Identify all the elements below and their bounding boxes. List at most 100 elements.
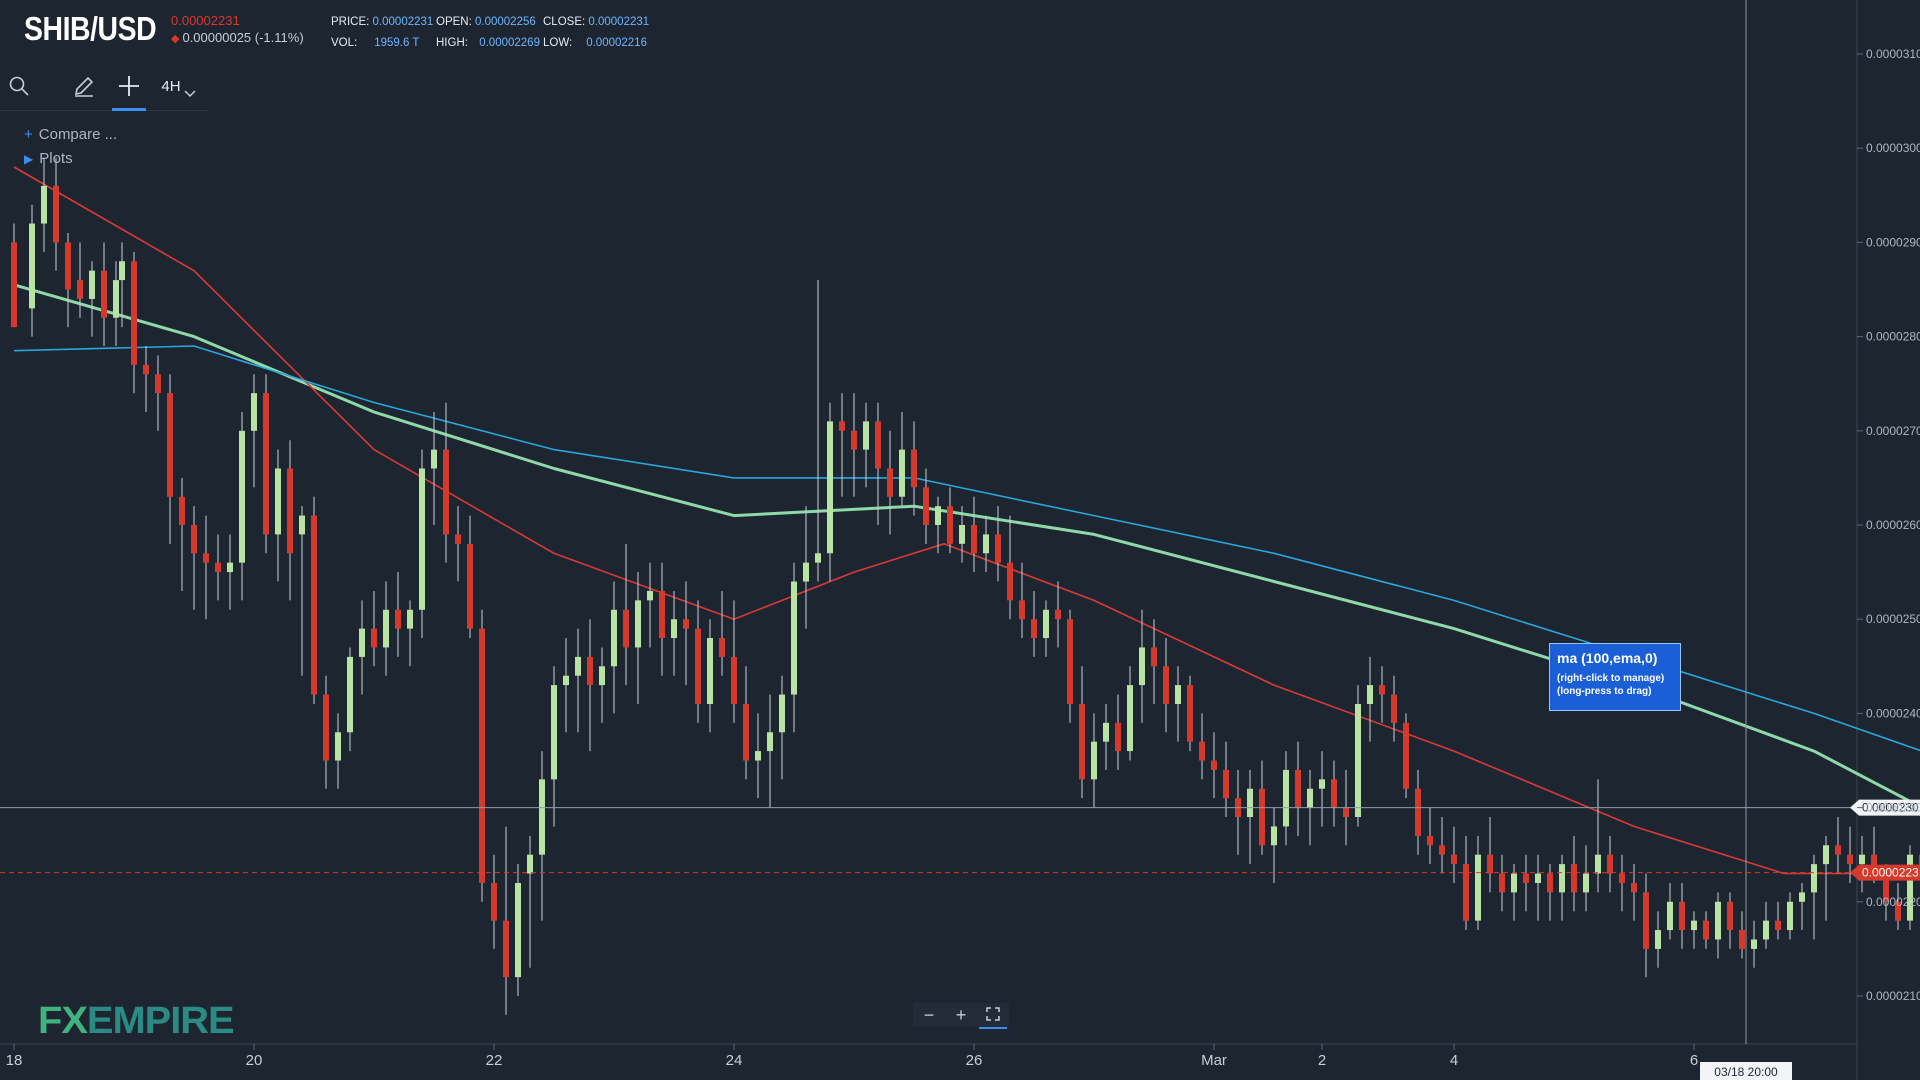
x-tick-label: 2: [1318, 1052, 1326, 1069]
candle-bull: [1715, 901, 1721, 940]
candle-bull: [527, 854, 533, 874]
candle-bull: [1175, 685, 1181, 704]
study-tooltip-hint-drag: (long-press to drag): [1557, 686, 1652, 697]
stat-low: LOW: 0.00002216: [543, 37, 647, 49]
candle-bull: [1511, 873, 1517, 893]
candle-bear: [263, 393, 269, 535]
candle-bear: [1379, 685, 1385, 695]
price-change-value: 0.00000025 (-1.11%): [182, 30, 304, 45]
logo-fx: FX: [38, 1000, 88, 1042]
candle-bull: [1355, 703, 1361, 818]
candle-bear: [1391, 694, 1397, 723]
search-button[interactable]: [2, 64, 36, 108]
candle-bear: [1847, 854, 1853, 865]
candle-bear: [203, 553, 209, 563]
candle-bear: [101, 270, 107, 318]
candle-bull: [1907, 854, 1913, 921]
stat-label: OPEN:: [436, 16, 472, 28]
compare-button[interactable]: + Compare ...: [24, 126, 117, 143]
candle-bull: [647, 590, 653, 601]
study-tooltip-hint-manage: (right-click to manage): [1557, 673, 1665, 684]
candle-bear: [1499, 873, 1505, 893]
candle-bear: [1295, 769, 1301, 808]
y-tick-label: 0.0000290: [1866, 235, 1920, 249]
candle-bull: [707, 638, 713, 704]
timeframe-label: 4H: [161, 77, 181, 95]
y-tick-label: 0.0000210: [1866, 989, 1920, 1003]
candle-bull: [335, 732, 341, 761]
candle-bull: [1787, 901, 1793, 931]
candle-bull: [983, 534, 989, 554]
plots-button[interactable]: ▶ Plots: [24, 150, 73, 167]
candle-bear: [1451, 854, 1457, 865]
candle-bear: [77, 280, 83, 299]
candle-bear: [443, 449, 449, 535]
candle-bull: [41, 185, 47, 224]
candle-bull: [299, 515, 305, 535]
candle-bull: [1139, 647, 1145, 686]
candle-bear: [1343, 807, 1349, 818]
y-tick-label: 0.0000240: [1866, 706, 1920, 720]
candle-bear: [1211, 760, 1217, 770]
candle-bull: [1103, 722, 1109, 742]
crosshair-button[interactable]: [112, 64, 146, 111]
candle-bear: [623, 609, 629, 648]
candle-bear: [1007, 562, 1013, 601]
candle-bear: [1151, 647, 1157, 667]
candle-bull: [1799, 892, 1805, 902]
fullscreen-icon: [986, 1006, 1000, 1021]
candle-bull: [1691, 920, 1697, 931]
candle-bull: [347, 656, 353, 733]
candle-bull: [563, 675, 569, 686]
candle-bull: [1559, 864, 1565, 893]
candle-bear: [1739, 930, 1745, 949]
study-tooltip[interactable]: ma (100,ema,0) (right-click to manage) (…: [1549, 643, 1681, 711]
candle-bear: [887, 468, 893, 497]
candle-bull: [419, 468, 425, 610]
candle-bear: [179, 496, 185, 525]
logo-empire: EMPIRE: [86, 1000, 235, 1042]
price-chart[interactable]: 0.0000230 0.0000223 03/18 20:00 0.0000310 0…: [0, 0, 1920, 1080]
candle-bull: [1043, 609, 1049, 639]
zoom-in-button[interactable]: +: [947, 1003, 975, 1027]
plots-label: Plots: [39, 150, 73, 167]
candle-bull: [89, 270, 95, 299]
candle-bear: [911, 449, 917, 488]
y-tick-label: 0.0000230: [1866, 801, 1920, 815]
moving-average-line: [13, 283, 1920, 809]
candle-bull: [431, 449, 437, 469]
stat-value: 0.00002231: [588, 16, 650, 28]
stat-label: VOL:: [331, 37, 358, 49]
candle-bear: [743, 703, 749, 761]
candle-bear: [323, 694, 329, 761]
candle-bull: [1583, 873, 1589, 893]
candle-bull: [113, 280, 119, 318]
candle-bull: [1655, 930, 1661, 949]
candle-bull: [1475, 854, 1481, 921]
candle-bear: [191, 525, 197, 554]
stat-open: OPEN: 0.00002256: [436, 16, 536, 28]
candle-bull: [251, 393, 257, 431]
candle-bull: [515, 882, 521, 978]
draw-button[interactable]: [67, 64, 101, 108]
timeframe-select[interactable]: 4H: [156, 64, 202, 108]
zoom-out-button[interactable]: −: [915, 1003, 943, 1027]
candle-bear: [1187, 685, 1193, 742]
candle-bear: [1679, 901, 1685, 931]
candle-bear: [1427, 835, 1433, 846]
x-tick-label: 18: [6, 1052, 23, 1069]
fullscreen-button[interactable]: [979, 1002, 1007, 1029]
candle-bull: [1247, 788, 1253, 818]
y-tick-label: 0.0000270: [1866, 424, 1920, 438]
candle-bull: [575, 656, 581, 676]
candle-bear: [1259, 788, 1265, 846]
candle-bear: [1571, 864, 1577, 893]
plus-icon: +: [24, 126, 33, 143]
candle-bull: [1751, 939, 1757, 949]
candle-bear: [1523, 873, 1529, 883]
candle-bear: [923, 487, 929, 525]
x-axis: 1820222426Mar2468101214161820: [6, 1044, 1698, 1069]
candle-bear: [1115, 722, 1121, 752]
candle-bull: [935, 506, 941, 525]
candle-bear: [587, 656, 593, 686]
